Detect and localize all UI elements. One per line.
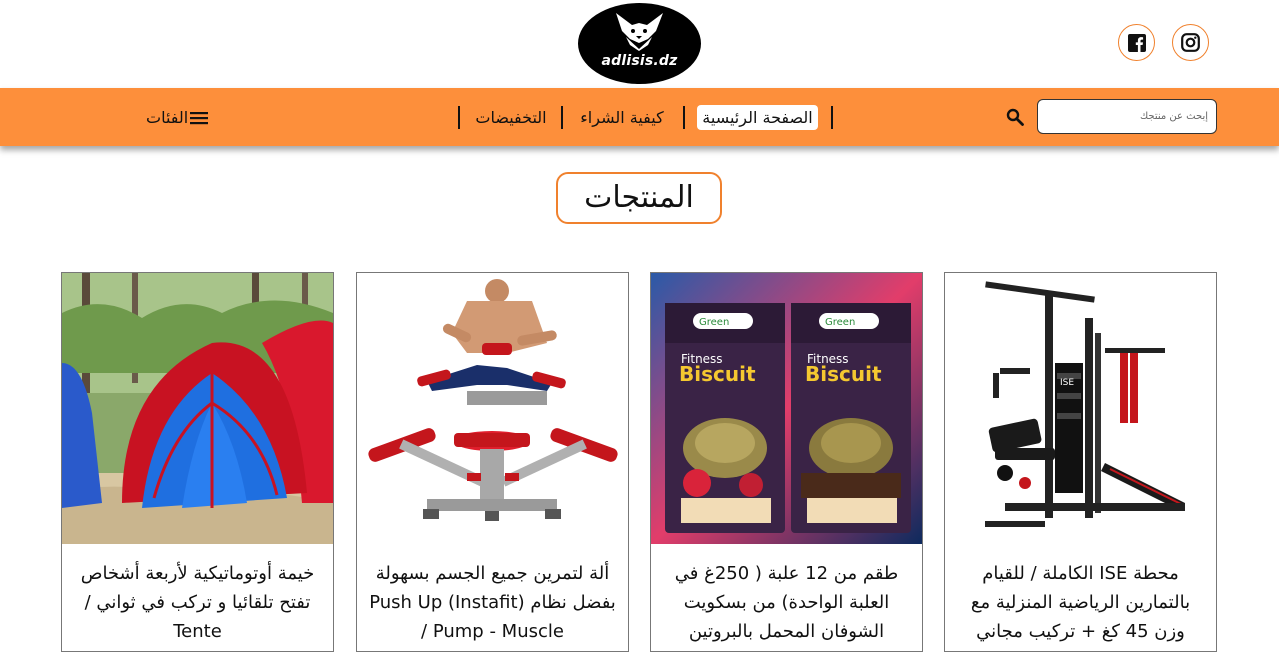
product-card[interactable]: ألة لتمرين جميع الجسم بسهولة بفضل نظام (… (356, 272, 629, 652)
site-logo[interactable]: adlisis.dz (578, 3, 701, 84)
hamburger-menu-icon (190, 111, 209, 124)
facebook-icon (1127, 33, 1146, 52)
search-icon (1006, 108, 1024, 126)
product-title[interactable]: طقم من 12 علبة ( 250غ في العلبة الواحدة)… (661, 559, 912, 646)
top-header: adlisis.dz (0, 0, 1279, 88)
nav-divider (831, 106, 833, 129)
product-card[interactable]: ISE محطة ISE الكاملة / للقيام بالتمارين … (944, 272, 1217, 652)
search-input[interactable]: إبحث عن منتجك (1037, 99, 1217, 134)
main-navbar: إبحث عن منتجك الصفحة الرئيسية كيفية الشر… (0, 88, 1279, 146)
nav-item-discounts[interactable]: التخفيضات (469, 105, 553, 130)
product-image[interactable]: ISE (945, 273, 1216, 544)
product-title[interactable]: محطة ISE الكاملة / للقيام بالتمارين الري… (955, 559, 1206, 646)
fennec-mascot-icon (616, 13, 663, 51)
instagram-link[interactable] (1172, 24, 1209, 61)
nav-item-home[interactable]: الصفحة الرئيسية (697, 105, 818, 130)
product-card[interactable]: Green Fitness Biscuit Green Fitness Bisc… (650, 272, 923, 652)
product-title[interactable]: ألة لتمرين جميع الجسم بسهولة بفضل نظام (… (367, 559, 618, 646)
facebook-link[interactable] (1118, 24, 1155, 61)
product-title[interactable]: خيمة أوتوماتيكية لأربعة أشخاص تفتح تلقائ… (72, 559, 323, 646)
svg-text:Green: Green (699, 317, 729, 328)
categories-menu[interactable]: الفئات (146, 105, 209, 130)
svg-text:Biscuit: Biscuit (679, 362, 756, 386)
nav-item-how-to-buy[interactable]: كيفية الشراء (572, 105, 672, 130)
logo-text: adlisis.dz (601, 53, 678, 69)
svg-text:Biscuit: Biscuit (805, 362, 882, 386)
instagram-icon (1181, 33, 1200, 52)
nav-divider (458, 106, 460, 129)
product-image[interactable]: Green Fitness Biscuit Green Fitness Bisc… (651, 273, 922, 544)
svg-text:ISE: ISE (1060, 378, 1074, 388)
product-image[interactable] (357, 273, 628, 544)
product-image[interactable] (62, 273, 333, 544)
svg-text:Green: Green (825, 317, 855, 328)
section-title: المنتجات (556, 172, 722, 224)
search-button[interactable] (1003, 106, 1027, 128)
nav-divider (683, 106, 685, 129)
product-card[interactable]: خيمة أوتوماتيكية لأربعة أشخاص تفتح تلقائ… (61, 272, 334, 652)
nav-divider (561, 106, 563, 129)
categories-label: الفئات (146, 108, 189, 127)
